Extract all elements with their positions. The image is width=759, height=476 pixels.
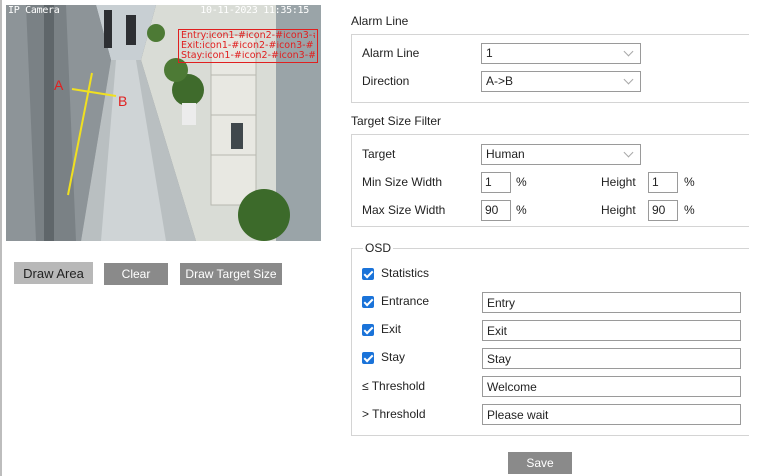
- line-label-b: B: [118, 93, 128, 109]
- osd-line-exit: Exit:icon1-#icon2-#icon3-#: [181, 41, 314, 51]
- camera-timestamp: 10-11-2023 11:35:15: [200, 5, 309, 16]
- chevron-down-icon: [623, 74, 634, 85]
- gt-threshold-text-field[interactable]: [482, 404, 741, 425]
- min-size-width-input[interactable]: 1: [481, 172, 511, 193]
- osd-line-entry: Entry:icon1-#icon2-#icon3-#: [181, 31, 315, 41]
- alarm-line-section-title: Alarm Line: [351, 14, 409, 28]
- osd-legend: OSD: [363, 241, 394, 255]
- window-left-border: [0, 0, 2, 476]
- chevron-down-icon: [623, 46, 634, 57]
- min-height-percent: %: [684, 175, 695, 189]
- exit-label: Exit: [381, 322, 402, 336]
- max-height-label: Height: [601, 203, 636, 217]
- stay-label: Stay: [381, 350, 406, 364]
- alarm-line-label: Alarm Line: [362, 46, 420, 60]
- draw-target-size-button[interactable]: Draw Target Size: [180, 263, 282, 285]
- chevron-down-icon: [623, 147, 634, 158]
- entrance-checkbox[interactable]: [362, 296, 374, 308]
- target-size-filter-title: Target Size Filter: [351, 114, 442, 128]
- gt-threshold-label: > Threshold: [362, 407, 426, 421]
- max-size-width-input[interactable]: 90: [481, 200, 511, 221]
- clear-button[interactable]: Clear: [104, 263, 168, 285]
- exit-text-field[interactable]: [482, 320, 741, 341]
- max-size-width-label: Max Size Width: [362, 203, 446, 217]
- max-height-input[interactable]: 90: [648, 200, 678, 221]
- exit-checkbox[interactable]: [362, 324, 374, 336]
- max-height-percent: %: [684, 203, 695, 217]
- direction-select[interactable]: A->B: [481, 71, 641, 92]
- entrance-text-field[interactable]: [482, 292, 741, 313]
- direction-value: A->B: [486, 74, 514, 88]
- osd-line-stay: Stay:icon1-#icon2-#icon3-#: [181, 51, 315, 61]
- min-width-percent: %: [516, 175, 527, 189]
- draw-area-button[interactable]: Draw Area: [14, 262, 93, 284]
- stay-text-field[interactable]: [482, 348, 741, 369]
- statistics-label: Statistics: [381, 266, 430, 280]
- le-threshold-label: ≤ Threshold: [362, 379, 426, 393]
- le-threshold-text-field[interactable]: [482, 376, 741, 397]
- min-height-label: Height: [601, 175, 636, 189]
- direction-label: Direction: [362, 74, 410, 88]
- alarm-line-value: 1: [486, 46, 493, 60]
- line-label-a: A: [54, 77, 64, 93]
- save-button[interactable]: Save: [508, 452, 572, 474]
- camera-name: IP Camera: [8, 5, 60, 16]
- target-value: Human: [486, 147, 525, 161]
- camera-preview[interactable]: IP Camera 10-11-2023 11:35:15 Entry:icon…: [6, 5, 321, 241]
- entrance-label: Entrance: [381, 294, 430, 308]
- stay-checkbox[interactable]: [362, 352, 374, 364]
- osd-overlay: Entry:icon1-#icon2-#icon3-# Exit:icon1-#…: [178, 29, 318, 63]
- target-select[interactable]: Human: [481, 144, 641, 165]
- target-label: Target: [362, 147, 396, 161]
- alarm-line-select[interactable]: 1: [481, 43, 641, 64]
- statistics-checkbox[interactable]: [362, 268, 374, 280]
- min-height-input[interactable]: 1: [648, 172, 678, 193]
- max-width-percent: %: [516, 203, 527, 217]
- min-size-width-label: Min Size Width: [362, 175, 443, 189]
